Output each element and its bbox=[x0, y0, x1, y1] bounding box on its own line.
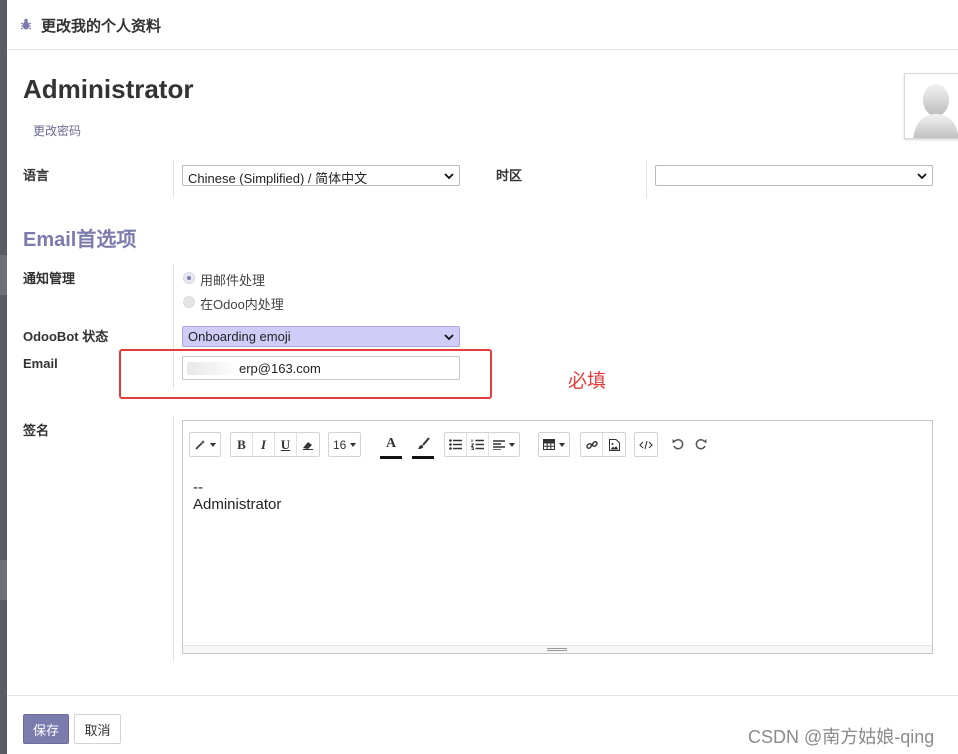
numbered-list-icon[interactable] bbox=[467, 433, 489, 456]
font-style-group: B I U bbox=[230, 432, 320, 457]
notification-option-label: 用邮件处理 bbox=[200, 273, 266, 288]
chevron-down-icon bbox=[444, 173, 454, 180]
user-name: Administrator bbox=[23, 74, 194, 104]
chevron-down-icon bbox=[444, 334, 454, 341]
annotation-box bbox=[119, 349, 492, 399]
signature-editor[interactable]: B I U 16 A -- Administrator bbox=[182, 420, 933, 654]
background-tab bbox=[0, 560, 7, 600]
background-tab bbox=[0, 255, 7, 295]
code-view-icon[interactable] bbox=[635, 433, 657, 456]
email-label: Email bbox=[23, 356, 58, 371]
divider bbox=[173, 160, 174, 198]
align-icon[interactable] bbox=[489, 433, 519, 456]
background-window-edge bbox=[0, 0, 7, 754]
odoobot-value: Onboarding emoji bbox=[188, 329, 291, 344]
code-view-group bbox=[634, 432, 658, 457]
highlight-icon[interactable] bbox=[412, 431, 434, 459]
editor-resize-handle[interactable] bbox=[183, 645, 932, 653]
dialog-title: 更改我的个人资料 bbox=[41, 18, 162, 35]
grip-icon bbox=[547, 648, 567, 651]
dialog-header: 更改我的个人资料 bbox=[7, 0, 958, 50]
redo-icon[interactable] bbox=[690, 433, 712, 455]
timezone-select[interactable] bbox=[655, 165, 933, 186]
editor-toolbar: B I U 16 A bbox=[183, 421, 932, 463]
odoobot-select[interactable]: Onboarding emoji bbox=[182, 326, 460, 347]
odoobot-label: OdooBot 状态 bbox=[23, 329, 109, 344]
bug-icon bbox=[20, 18, 32, 30]
font-size-value[interactable]: 16 bbox=[329, 433, 360, 456]
signature-line: -- bbox=[193, 479, 203, 496]
radio-unselected[interactable] bbox=[183, 296, 195, 308]
notification-option-label: 在Odoo内处理 bbox=[200, 297, 284, 312]
watermark: CSDN @南方姑娘-qing bbox=[748, 727, 935, 747]
insert-group bbox=[580, 432, 626, 457]
cancel-button[interactable]: 取消 bbox=[74, 714, 121, 744]
magic-wand-icon[interactable] bbox=[190, 433, 220, 456]
bullet-list-icon[interactable] bbox=[445, 433, 467, 456]
undo-icon[interactable] bbox=[667, 433, 689, 455]
image-icon[interactable] bbox=[603, 433, 625, 456]
font-color-icon[interactable]: A bbox=[380, 431, 402, 459]
signature-label: 签名 bbox=[23, 423, 50, 438]
style-group bbox=[189, 432, 221, 457]
default-avatar-icon[interactable] bbox=[904, 73, 958, 139]
notification-label: 通知管理 bbox=[23, 271, 76, 286]
list-group bbox=[444, 432, 520, 457]
change-password-link[interactable]: 更改密码 bbox=[33, 122, 81, 139]
table-dropdown bbox=[538, 432, 570, 457]
language-select[interactable]: Chinese (Simplified) / 简体中文 bbox=[182, 165, 460, 186]
save-button[interactable]: 保存 bbox=[23, 714, 69, 744]
chevron-down-icon bbox=[917, 173, 927, 180]
timezone-label: 时区 bbox=[496, 168, 523, 183]
underline-icon[interactable]: U bbox=[275, 433, 297, 456]
email-preferences-title: Email首选项 bbox=[23, 229, 137, 251]
italic-icon[interactable]: I bbox=[253, 433, 275, 456]
radio-selected[interactable] bbox=[183, 272, 195, 284]
language-label: 语言 bbox=[23, 168, 50, 183]
table-icon[interactable] bbox=[539, 433, 569, 456]
language-value: Chinese (Simplified) / 简体中文 bbox=[188, 171, 368, 186]
link-icon[interactable] bbox=[581, 433, 603, 456]
divider bbox=[646, 160, 647, 198]
signature-content[interactable]: -- Administrator bbox=[193, 479, 281, 513]
divider bbox=[173, 416, 174, 662]
required-annotation: 必填 bbox=[568, 371, 607, 392]
eraser-icon[interactable] bbox=[297, 433, 319, 456]
bold-icon[interactable]: B bbox=[231, 433, 253, 456]
signature-line: Administrator bbox=[193, 496, 282, 513]
font-size-dropdown[interactable]: 16 bbox=[328, 432, 362, 457]
